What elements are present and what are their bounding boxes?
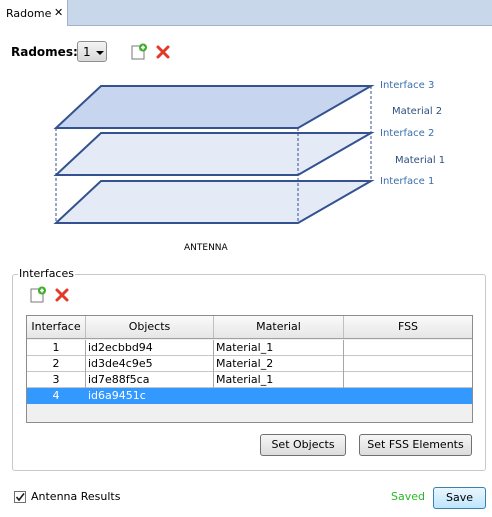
interface-3-label: Interface 3 (380, 80, 434, 91)
interface-2-plate (53, 132, 375, 176)
cell-material[interactable]: Material_2 (214, 356, 344, 372)
set-fss-elements-button[interactable]: Set FSS Elements (359, 434, 472, 456)
tab-radome[interactable]: Radome ✕ (0, 0, 68, 26)
table-row-selected[interactable]: 4 id6a9451c (27, 388, 472, 404)
table-row[interactable]: 2 id3de4c9e5 Material_2 (27, 356, 472, 372)
material-2-label: Material 2 (392, 106, 442, 117)
interface-1-plate (53, 180, 375, 224)
interface-2-label: Interface 2 (380, 128, 434, 139)
column-header-interface[interactable]: Interface (27, 316, 86, 338)
cell-interface: 4 (27, 388, 86, 404)
table-header: Interface Objects Material FSS (27, 316, 472, 339)
chevron-down-icon (96, 51, 104, 55)
delete-icon (55, 288, 69, 302)
table-row[interactable]: 3 id7e88f5ca Material_1 (27, 372, 472, 388)
layer-plates (53, 85, 375, 224)
interfaces-group-title: Interfaces (18, 267, 75, 280)
cell-interface: 1 (27, 340, 86, 356)
cell-fss[interactable] (344, 388, 472, 404)
delete-radome-button[interactable] (154, 43, 172, 61)
cell-fss[interactable] (344, 372, 472, 388)
tab-label: Radome (6, 7, 52, 20)
cell-material[interactable] (214, 388, 344, 404)
cell-fss[interactable] (344, 356, 472, 372)
cell-fss[interactable] (344, 340, 472, 356)
interfaces-table[interactable]: Interface Objects Material FSS 1 id2ecbb… (26, 315, 473, 423)
table-row[interactable]: 1 id2ecbbd94 Material_1 (27, 340, 472, 356)
interface-3-plate (53, 85, 375, 129)
tab-bar: Radome ✕ (0, 0, 492, 26)
delete-interface-button[interactable] (53, 286, 71, 304)
checkmark-icon (15, 493, 25, 502)
column-header-material[interactable]: Material (214, 316, 344, 338)
antenna-results-checkbox[interactable] (14, 491, 26, 503)
cell-objects: id7e88f5ca (86, 372, 214, 388)
radomes-select-value: 1 (83, 45, 91, 59)
radomes-select[interactable]: 1 (77, 41, 107, 62)
radome-layer-diagram: Interface 3 Interface 2 Interface 1 Mate… (53, 80, 445, 253)
radomes-label: Radomes: (11, 45, 78, 59)
column-header-fss[interactable]: FSS (344, 316, 472, 338)
new-document-icon (30, 286, 46, 303)
cell-objects: id6a9451c (86, 388, 214, 404)
delete-icon (156, 45, 170, 59)
cell-material[interactable]: Material_1 (214, 372, 344, 388)
antenna-results-label[interactable]: Antenna Results (31, 490, 120, 503)
add-radome-button[interactable] (130, 43, 148, 61)
new-document-icon (131, 43, 147, 60)
material-1-label: Material 1 (395, 155, 445, 166)
column-header-objects[interactable]: Objects (86, 316, 214, 338)
save-button[interactable]: Save (433, 487, 486, 509)
saved-status: Saved (391, 490, 425, 503)
cell-material[interactable]: Material_1 (214, 340, 344, 356)
cell-interface: 2 (27, 356, 86, 372)
close-icon[interactable]: ✕ (54, 6, 63, 19)
add-interface-button[interactable] (29, 286, 47, 304)
cell-objects: id2ecbbd94 (86, 340, 214, 356)
antenna-label: ANTENNA (184, 243, 229, 253)
set-objects-button[interactable]: Set Objects (260, 434, 346, 456)
cell-objects: id3de4c9e5 (86, 356, 214, 372)
cell-interface: 3 (27, 372, 86, 388)
interface-1-label: Interface 1 (380, 176, 434, 187)
